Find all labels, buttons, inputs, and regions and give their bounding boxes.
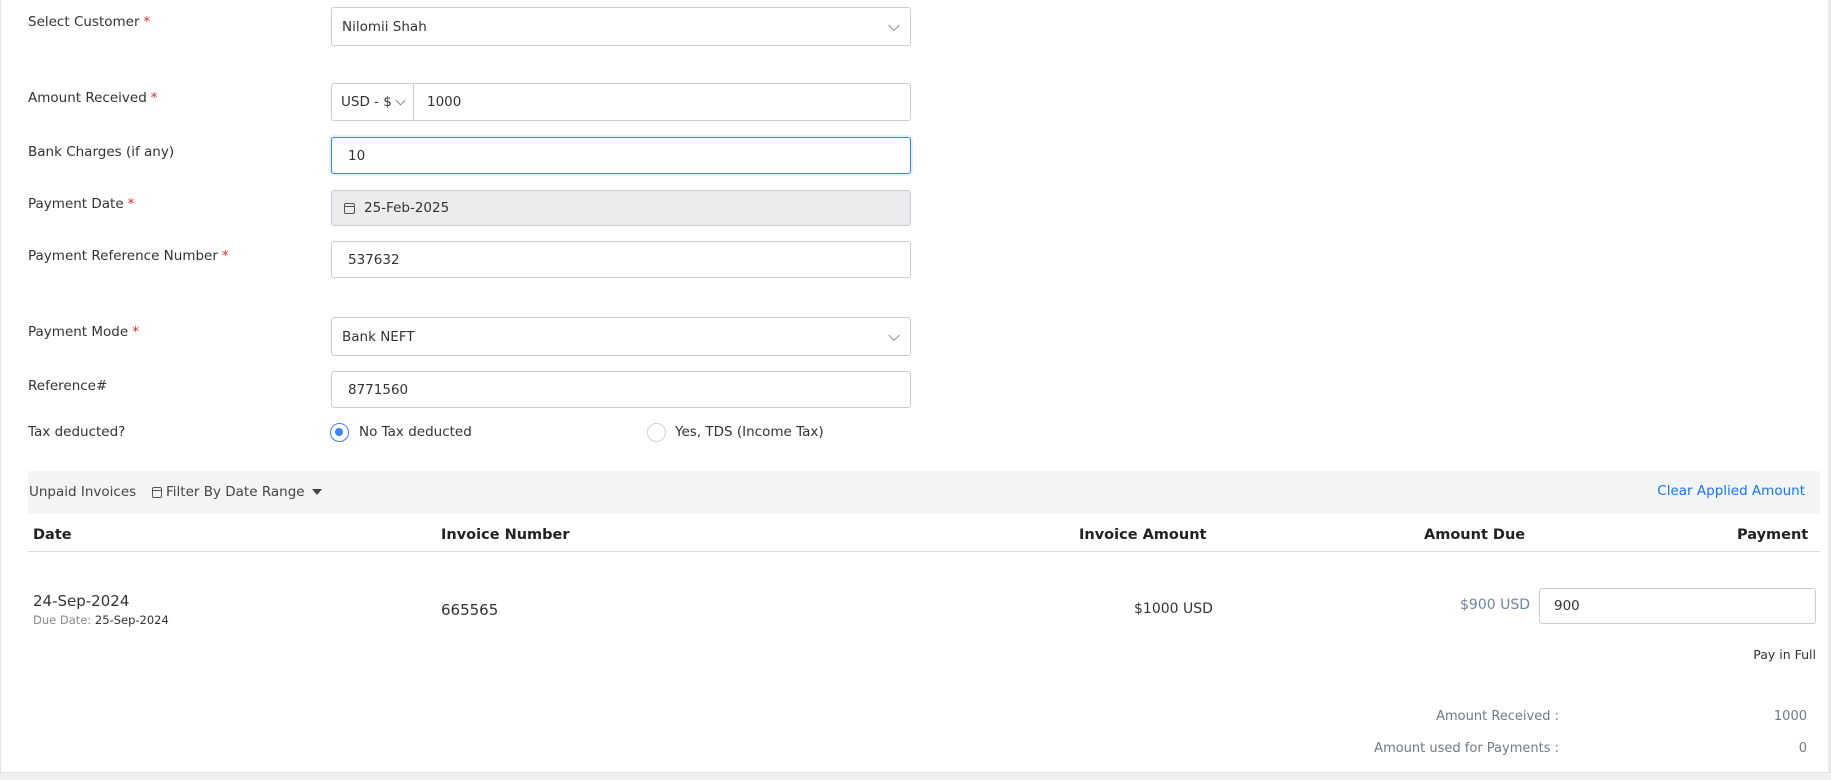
column-amount-due: Amount Due [1424, 527, 1526, 543]
payment-input[interactable]: 900 [1539, 588, 1816, 624]
customer-select[interactable]: Nilomii Shah [331, 7, 911, 46]
payment-form-panel [0, 0, 1831, 780]
payment-reference-value: 537632 [348, 251, 400, 268]
payment-date-input[interactable]: 25-Feb-2025 [331, 190, 911, 226]
no-tax-label[interactable]: No Tax deducted [359, 424, 472, 440]
reference-input[interactable]: 8771560 [331, 371, 911, 408]
summary-amount-received-value: 1000 [1773, 709, 1807, 724]
tds-label[interactable]: Yes, TDS (Income Tax) [675, 424, 824, 440]
amount-received-value: 1000 [427, 94, 462, 110]
bank-charges-label: Bank Charges (if any) [28, 144, 175, 160]
invoice-date: 24-Sep-2024 [33, 592, 130, 610]
currency-select[interactable]: USD - $ [331, 83, 413, 121]
caret-down-icon [311, 489, 322, 495]
bank-charges-input[interactable]: 10 [331, 137, 911, 174]
invoice-number: 665565 [441, 601, 499, 619]
chevron-down-icon [395, 95, 406, 106]
reference-label: Reference# [28, 378, 108, 394]
summary-amount-used-label: Amount used for Payments : [1374, 741, 1559, 756]
chevron-down-icon [888, 329, 900, 341]
bank-charges-value: 10 [348, 147, 366, 164]
payment-mode-label: Payment Mode * [28, 324, 139, 340]
invoice-due-date: Due Date: 25-Sep-2024 [33, 613, 169, 627]
tds-radio[interactable] [647, 423, 666, 442]
customer-value: Nilomii Shah [342, 18, 427, 35]
payment-value: 900 [1554, 598, 1580, 614]
filter-by-date-button[interactable]: Filter By Date Range [152, 484, 322, 500]
payment-mode-select[interactable]: Bank NEFT [331, 317, 911, 356]
currency-value: USD - $ [341, 94, 392, 110]
column-invoice-amount: Invoice Amount [1079, 527, 1207, 543]
summary-amount-received-label: Amount Received : [1436, 709, 1559, 724]
column-payment: Payment [1737, 527, 1809, 543]
payment-date-value: 25-Feb-2025 [364, 200, 450, 216]
summary-amount-used-value: 0 [1798, 741, 1807, 756]
reference-value: 8771560 [348, 381, 409, 398]
payment-reference-label: Payment Reference Number * [28, 248, 229, 264]
column-date: Date [33, 527, 72, 543]
payment-mode-value: Bank NEFT [342, 328, 415, 345]
tax-deducted-label: Tax deducted? [28, 424, 126, 440]
payment-reference-input[interactable]: 537632 [331, 241, 911, 278]
calendar-icon [152, 486, 162, 498]
clear-applied-amount-link[interactable]: Clear Applied Amount [1657, 483, 1805, 499]
bottom-divider [0, 772, 1831, 780]
table-header-divider [28, 551, 1820, 552]
amount-received-input[interactable]: 1000 [413, 83, 911, 121]
customer-label: Select Customer * [28, 14, 151, 30]
invoice-amount: $1000 USD [1134, 601, 1213, 617]
no-tax-radio[interactable] [330, 423, 349, 442]
calendar-icon [344, 202, 355, 214]
payment-date-label: Payment Date * [28, 196, 135, 212]
unpaid-invoices-title: Unpaid Invoices [29, 484, 137, 500]
amount-due: $900 USD [1460, 597, 1530, 613]
amount-received-label: Amount Received * [28, 90, 158, 106]
filter-label: Filter By Date Range [166, 484, 305, 500]
chevron-down-icon [888, 19, 900, 31]
unpaid-invoices-bar: Unpaid Invoices Filter By Date Range Cle… [28, 471, 1820, 514]
pay-in-full-link[interactable]: Pay in Full [1753, 647, 1816, 662]
column-invoice-number: Invoice Number [441, 527, 570, 543]
